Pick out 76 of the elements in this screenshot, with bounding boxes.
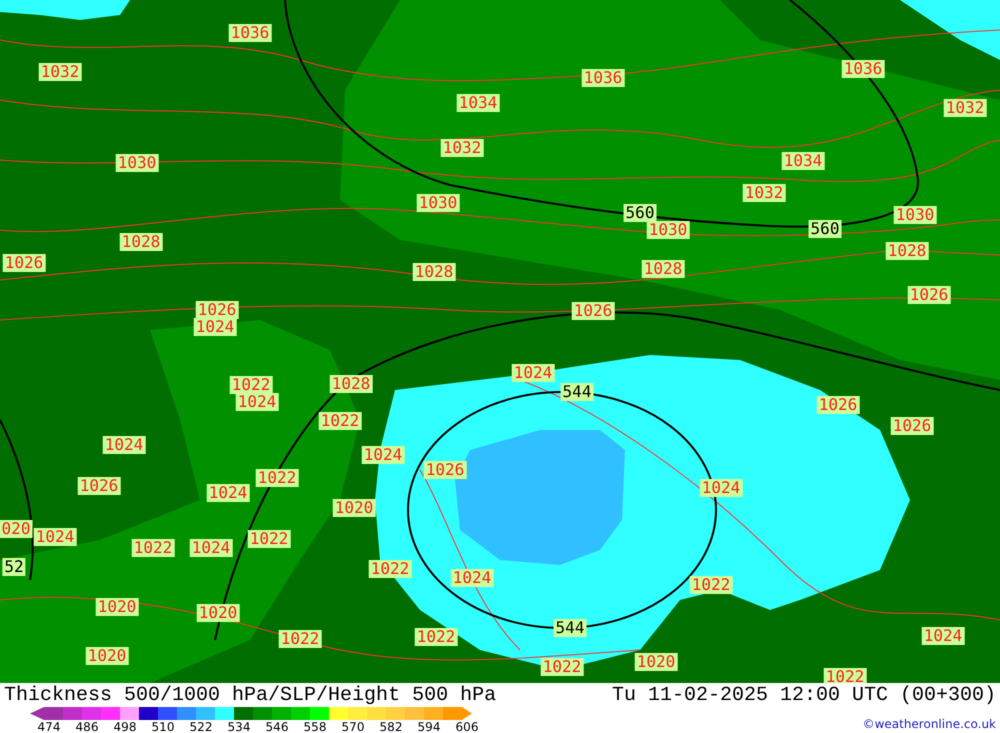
isobar-label: 1030 [116,154,158,172]
legend-right-arrow-icon [462,707,472,720]
isobar-label: 1022 [318,412,362,430]
isobar-label: 1022 [278,630,322,648]
isobar-label: 1026 [890,417,934,435]
isobar-label: 1032 [38,63,82,81]
isobar-label: 1026 [816,396,860,414]
isobar-label: 1022 [414,628,458,646]
height-contour-label: 560 [808,220,842,238]
isobar-label: 020 [0,520,32,538]
isobar-label: 1024 [236,393,278,411]
credit-text: ©weatheronline.co.uk [862,717,996,731]
isobar-label: 1024 [450,569,494,587]
isobar-label: 1024 [34,528,76,546]
forecast-datetime: Tu 11-02-2025 12:00 UTC (00+300) [612,684,996,706]
legend-left-arrow-icon [30,707,44,720]
isobar-label: 1024 [194,318,236,336]
isobar-label: 1026 [424,461,466,479]
legend-tick-label: 594 [416,720,442,733]
legend-tick-label: 534 [226,720,252,733]
isobar-label: 1032 [742,184,786,202]
isobar-label: 1022 [824,668,866,683]
isobar-label: 1024 [700,479,742,497]
isobar-label: 1028 [330,375,372,393]
legend-tick-label: 474 [36,720,62,733]
legend-tick-label: 510 [150,720,176,733]
isobar-label: 1024 [922,627,964,645]
isobar-label: 1026 [196,301,238,319]
legend-tick-label: 486 [74,720,100,733]
isobar-label: 1022 [256,469,298,487]
legend-tick-label: 606 [454,720,480,733]
legend-tick-label: 558 [302,720,328,733]
isobar-label: 1022 [248,530,290,548]
isobar-label: 1034 [782,152,824,170]
isobar-label: 1032 [944,99,986,117]
isobar-label: 1020 [196,604,240,622]
legend-tick-label: 522 [188,720,214,733]
isobar-label: 1028 [120,233,162,251]
isobar-label: 1032 [440,139,484,157]
isobar-label: 1022 [540,658,584,676]
isobar-label: 1022 [368,560,412,578]
isobar-label: 1024 [206,484,250,502]
isobar-label: 1030 [646,221,690,239]
isobar-label: 1020 [634,653,678,671]
isobar-label: 1028 [412,263,456,281]
isobar-label: 1022 [690,576,732,594]
isobar-label: 1030 [894,206,936,224]
isobar-label: 1020 [332,499,376,517]
isobar-label: 1036 [228,24,272,42]
isobar-label: 1024 [102,436,146,454]
height-contour-label: 544 [560,383,594,401]
isobar-label: 1030 [416,194,460,212]
isobar-label: 1020 [96,598,138,616]
isobar-label: 1020 [86,647,128,665]
isobar-label: 1022 [230,376,272,394]
isobar-label: 1026 [2,254,46,272]
isobar-label: 1026 [572,302,614,320]
legend-tick-label: 546 [264,720,290,733]
isobar-label: 1022 [132,539,174,557]
isobar-label: 1026 [78,477,120,495]
legend-tick-label: 570 [340,720,366,733]
isobar-label: 1028 [642,260,684,278]
isobar-label: 1034 [456,94,500,112]
height-contour-label: 544 [554,619,586,637]
isobar-label: 1026 [908,286,950,304]
isobar-label: 1024 [362,446,404,464]
height-contour-label: 52 [2,558,26,576]
isobar-label: 1036 [582,69,624,87]
height-contour-label: 560 [624,204,656,222]
legend-tick-label: 582 [378,720,404,733]
legend-tick-label: 498 [112,720,138,733]
isobar-label: 1036 [842,60,884,78]
chart-title: Thickness 500/1000 hPa/SLP/Height 500 hPa [4,684,496,706]
isobar-label: 1024 [512,364,554,382]
isobar-label: 1028 [886,242,928,260]
isobar-label: 1024 [190,539,232,557]
